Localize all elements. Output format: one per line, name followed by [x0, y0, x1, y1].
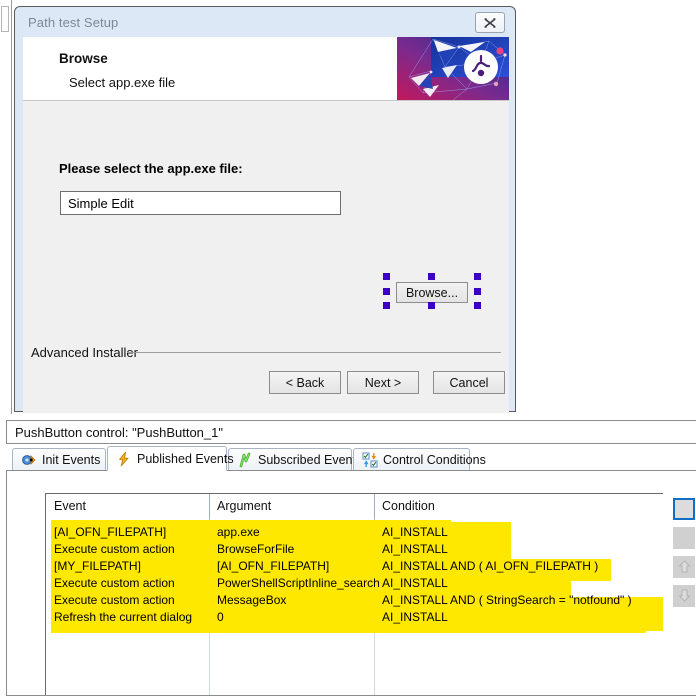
cell-argument[interactable]: MessageBox [217, 593, 286, 607]
tab-label: Subscribed Events [258, 453, 363, 467]
tab-label: Published Events [137, 451, 234, 466]
tab-label: Control Conditions [383, 453, 486, 467]
events-panel-body: Event Argument Condition [AI_OFN_FILEPAT… [6, 470, 696, 696]
selection-handle-se[interactable] [474, 302, 481, 309]
path-input[interactable] [60, 191, 341, 215]
init-events-icon [22, 455, 36, 465]
browse-button[interactable]: Browse... [396, 282, 468, 303]
control-caption: PushButton control: "PushButton_1" [15, 425, 223, 440]
prompt-label: Please select the app.exe file: [59, 161, 243, 176]
cell-condition[interactable]: AI_INSTALL [382, 610, 448, 624]
tab-published-events[interactable]: Published Events [107, 446, 234, 471]
selection-handle-ne[interactable] [474, 273, 481, 280]
dialog-titlebar[interactable]: Path test Setup [15, 7, 515, 39]
background-panel-sliver [0, 0, 12, 418]
dialog-header-title: Browse [59, 51, 108, 66]
selection-handle-w[interactable] [383, 288, 390, 295]
dialog-header-subtitle: Select app.exe file [69, 75, 176, 90]
events-panel: PushButton control: "PushButton_1" Init … [0, 414, 696, 696]
screen: Path test Setup Browse Select app.exe fi… [0, 0, 696, 696]
cell-condition[interactable]: AI_INSTALL AND ( StringSearch = "notfoun… [382, 593, 632, 607]
cell-condition[interactable]: AI_INSTALL AND ( AI_OFN_FILEPATH ) [382, 559, 598, 573]
header-column-divider-2[interactable] [374, 494, 375, 519]
tabstrip: Init Events Published Events Subscribed … [6, 446, 696, 471]
cell-argument[interactable]: 0 [217, 610, 224, 624]
arrow-up-icon [677, 560, 691, 573]
new-event-button[interactable] [673, 498, 695, 520]
tab-subscribed-events[interactable]: Subscribed Events [228, 448, 362, 471]
browse-button-selection: Browse... [383, 273, 481, 309]
cell-condition[interactable]: AI_INSTALL [382, 576, 448, 590]
selection-handle-sw[interactable] [383, 302, 390, 309]
cell-condition[interactable]: AI_INSTALL [382, 542, 448, 556]
move-down-button[interactable] [673, 585, 695, 607]
checkbox-arrows-icon [362, 452, 378, 468]
tab-init-events[interactable]: Init Events [12, 448, 106, 471]
green-zigzag-icon [239, 452, 251, 468]
selection-handle-nw[interactable] [383, 273, 390, 280]
selection-handle-n[interactable] [428, 273, 435, 280]
back-button[interactable]: < Back [269, 371, 341, 394]
cell-condition[interactable]: AI_INSTALL [382, 525, 448, 539]
header-column-divider-1[interactable] [209, 494, 210, 519]
cancel-button[interactable]: Cancel [433, 371, 505, 394]
cell-argument[interactable]: app.exe [217, 525, 260, 539]
cell-event[interactable]: Execute custom action [54, 593, 175, 607]
brand-label: Advanced Installer [31, 345, 138, 360]
selection-handle-s[interactable] [428, 302, 435, 309]
background-panel-item [1, 6, 9, 32]
lightning-bolt-icon [119, 451, 129, 466]
cell-event[interactable]: [AI_OFN_FILEPATH] [54, 525, 166, 539]
advanced-installer-banner-graphic [397, 37, 509, 100]
setup-dialog-window: Path test Setup Browse Select app.exe fi… [14, 6, 516, 413]
grid-header [46, 494, 663, 519]
highlight-band-bottom [51, 624, 646, 633]
arrow-down-icon [677, 589, 691, 602]
cell-event[interactable]: Execute custom action [54, 542, 175, 556]
footer-divider [127, 352, 501, 353]
column-header-argument[interactable]: Argument [217, 499, 271, 513]
dialog-title: Path test Setup [28, 15, 119, 30]
column-header-condition[interactable]: Condition [382, 499, 435, 513]
events-grid[interactable]: Event Argument Condition [AI_OFN_FILEPAT… [45, 493, 663, 695]
column-header-event[interactable]: Event [54, 499, 86, 513]
close-icon[interactable] [475, 12, 505, 33]
move-up-button[interactable] [673, 556, 695, 578]
dialog-body: Please select the app.exe file: Browse..… [23, 101, 509, 373]
dialog-footer: Advanced Installer < Back Next > Cancel [23, 337, 509, 413]
selection-handle-e[interactable] [474, 288, 481, 295]
next-button[interactable]: Next > [347, 371, 419, 394]
tab-control-conditions[interactable]: Control Conditions [353, 448, 486, 471]
highlight-band-a [451, 522, 511, 562]
delete-event-button[interactable] [673, 527, 695, 549]
cell-argument[interactable]: [AI_OFN_FILEPATH] [217, 559, 329, 573]
cell-argument[interactable]: BrowseForFile [217, 542, 294, 556]
cell-argument[interactable]: PowerShellScriptInline_search [217, 576, 380, 590]
cell-event[interactable]: Execute custom action [54, 576, 175, 590]
cell-event[interactable]: [MY_FILEPATH] [54, 559, 141, 573]
tab-label: Init Events [42, 453, 101, 467]
cell-event[interactable]: Refresh the current dialog [54, 610, 192, 624]
dialog-header: Browse Select app.exe file [23, 37, 509, 101]
control-caption-bar: PushButton control: "PushButton_1" [6, 420, 696, 444]
